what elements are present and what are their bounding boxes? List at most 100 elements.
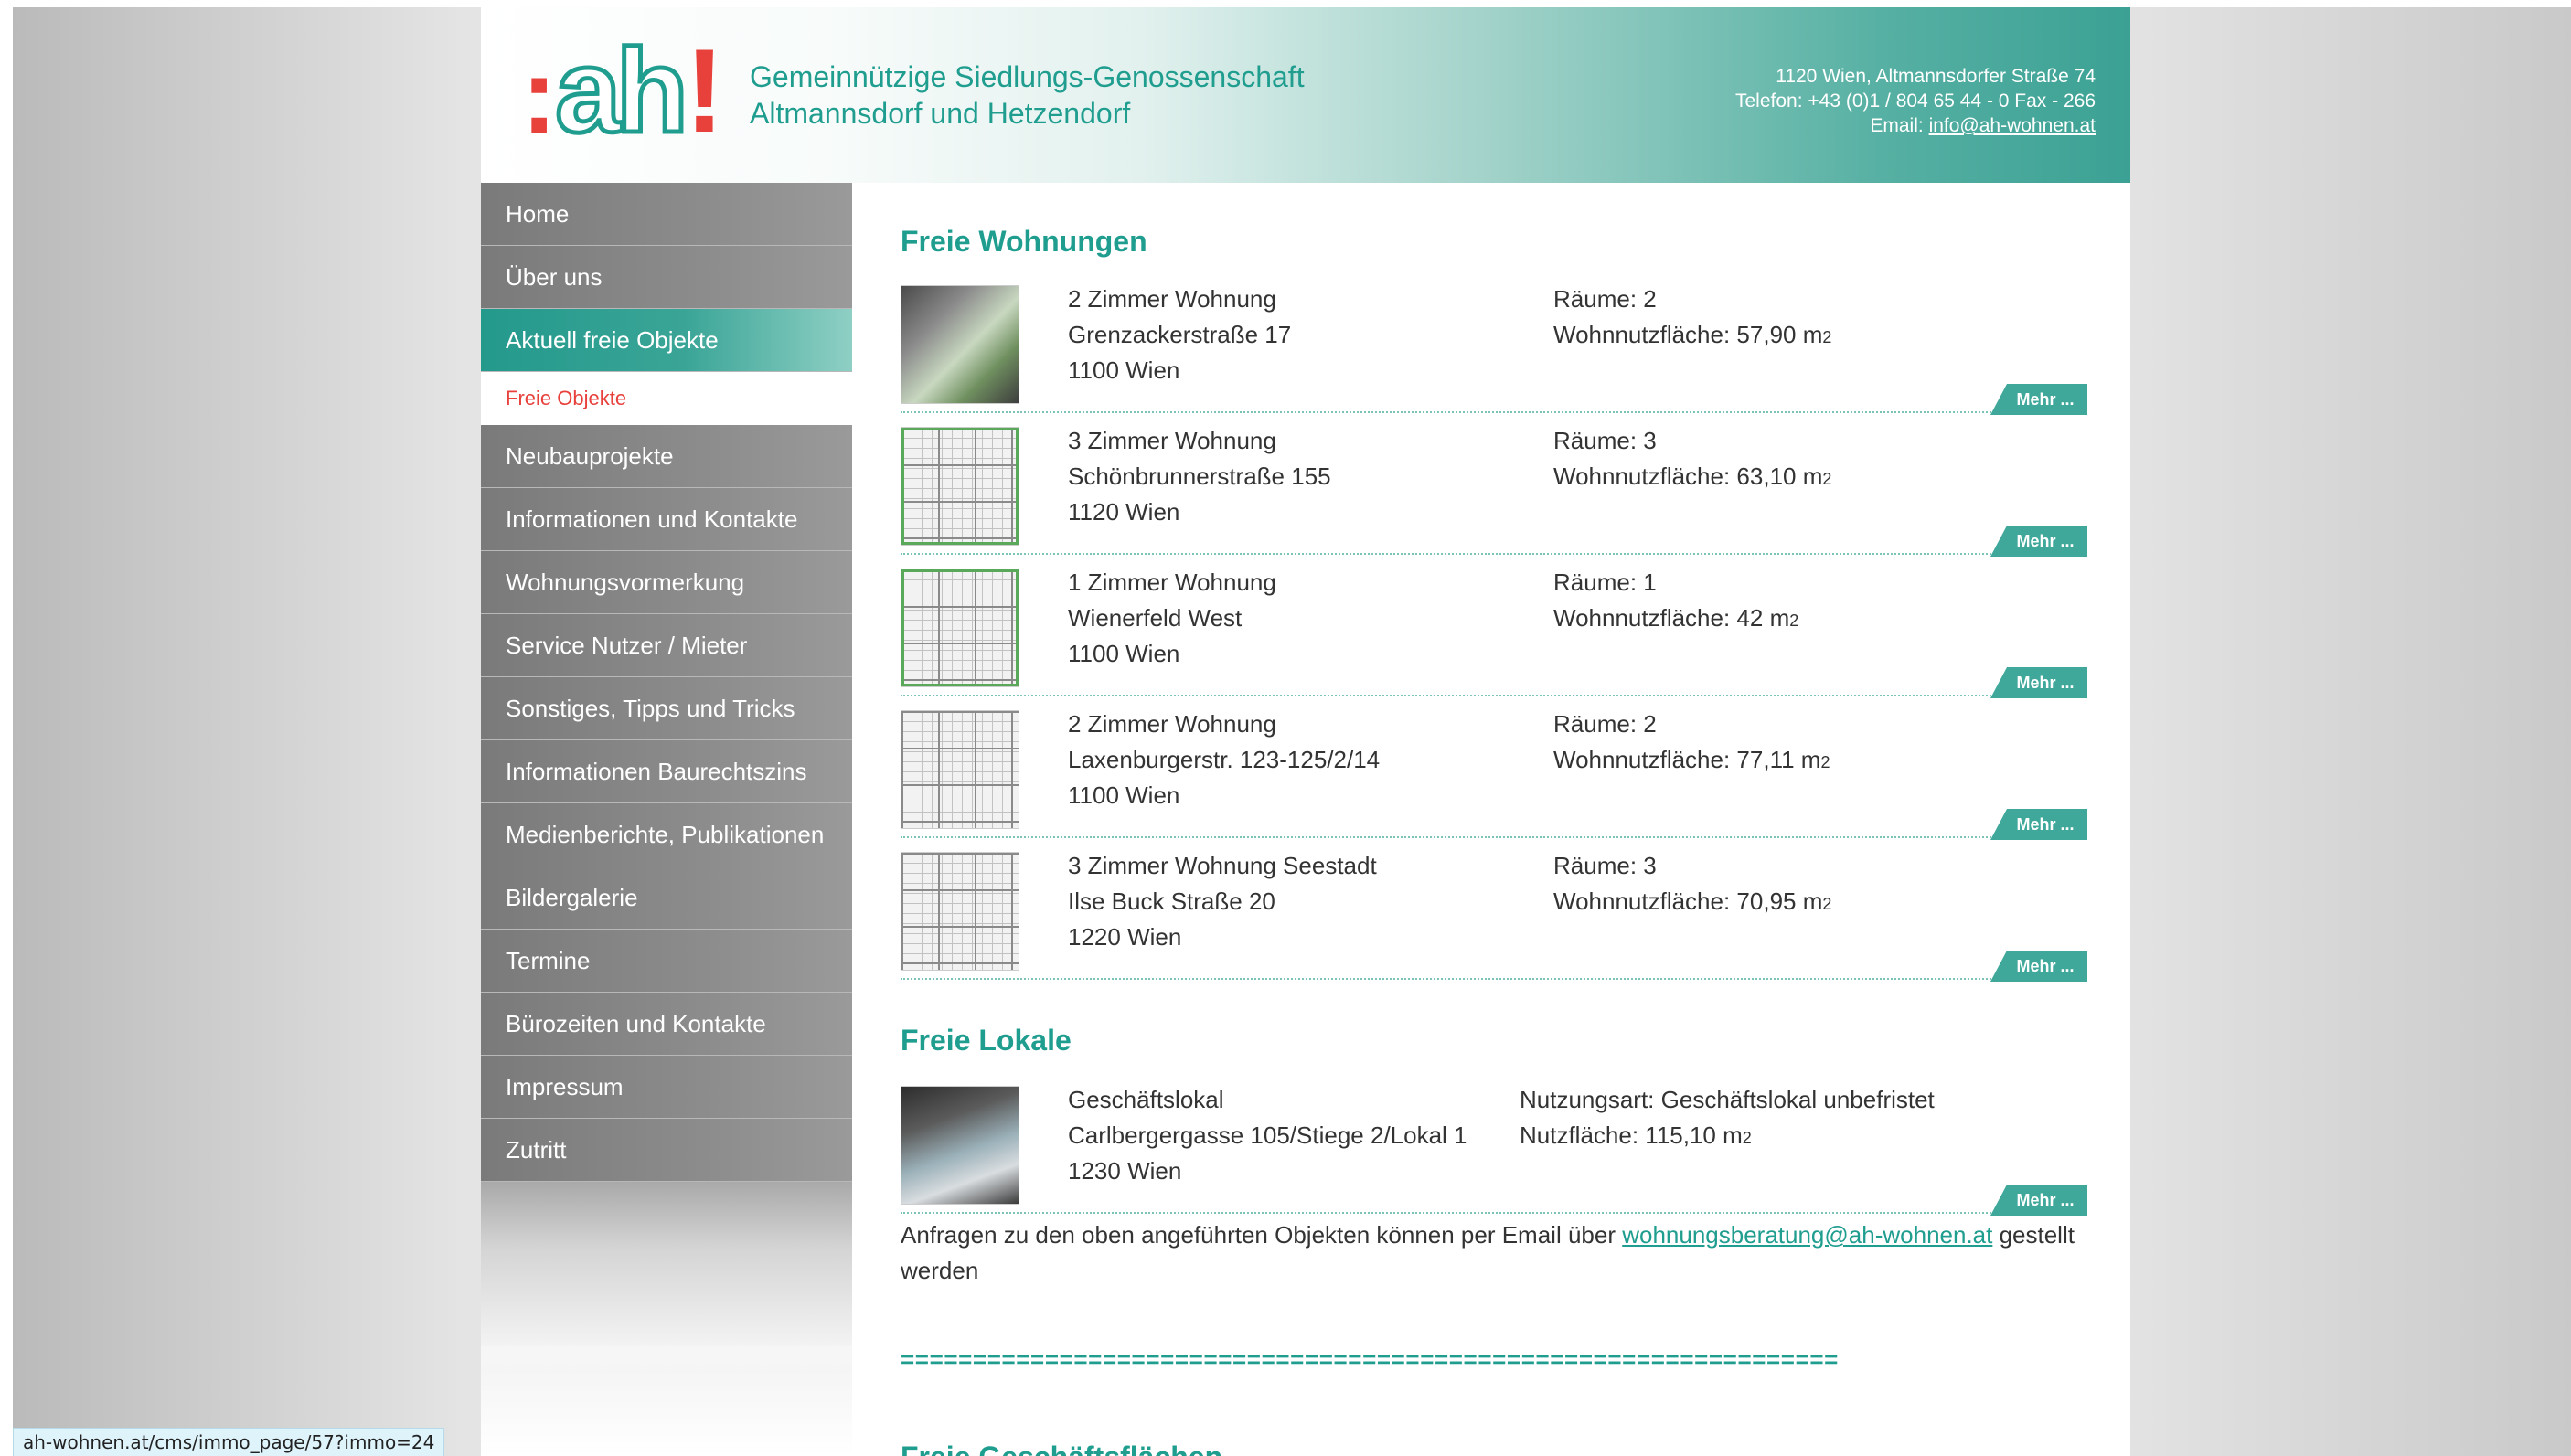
listing-item-shop: Geschäftslokal Carlbergergasse 105/Stieg… — [901, 1077, 2087, 1216]
logo-colon: : — [521, 36, 557, 156]
listing-area: Nutzfläche: 115,10 m2 — [1520, 1118, 1935, 1156]
inquiry-note-text: Anfragen zu den oben angeführten Objekte… — [901, 1221, 1623, 1249]
listing-area-unit: 2 — [1822, 470, 1832, 488]
contact-phone: Telefon: +43 (0)1 / 804 65 44 - 0 Fax - … — [1735, 90, 2096, 112]
page: : ah! Gemeinnützige Siedlungs-Genossensch… — [481, 7, 2130, 1456]
nav-item-home[interactable]: Home — [481, 183, 852, 246]
listing-city: 1120 Wien — [1068, 498, 1180, 526]
nav-item-neubauprojekte[interactable]: Neubauprojekte — [481, 425, 852, 488]
contact-email-line: Email: info@ah-wohnen.at — [1735, 113, 2096, 138]
listing-type: Geschäftslokal — [1068, 1086, 1224, 1113]
more-button[interactable]: Mehr ... — [1990, 809, 2087, 840]
listing-city: 1100 Wien — [1068, 356, 1180, 384]
inquiry-email-link[interactable]: wohnungsberatung@ah-wohnen.at — [1622, 1221, 1992, 1249]
more-button[interactable]: Mehr ... — [1990, 526, 2087, 557]
nav-item-buerozeiten[interactable]: Bürozeiten und Kontakte — [481, 993, 852, 1056]
nav-item-informationen-kontakte[interactable]: Informationen und Kontakte — [481, 488, 852, 551]
listing-info: 1 Zimmer Wohnung Wienerfeld West 1100 Wi… — [1068, 565, 1276, 672]
listing-item: 2 Zimmer Wohnung Grenzackerstraße 17 110… — [901, 276, 2087, 415]
listing-thumbnail[interactable] — [901, 569, 1019, 687]
listing-type: 2 Zimmer Wohnung — [1068, 285, 1276, 313]
nav-item-zutritt[interactable]: Zutritt — [481, 1119, 852, 1182]
listing-area-value: Wohnnutzfläche: 77,11 m — [1553, 746, 1821, 773]
listing-city: 1230 Wien — [1068, 1157, 1182, 1185]
window-top-edge — [0, 0, 2571, 7]
listing-area: Wohnnutzfläche: 42 m2 — [1553, 600, 1798, 639]
listing-city: 1100 Wien — [1068, 640, 1180, 667]
nav-item-termine[interactable]: Termine — [481, 930, 852, 993]
more-button[interactable]: Mehr ... — [1990, 667, 2087, 698]
listing-street: Laxenburgerstr. 123-125/2/14 — [1068, 746, 1381, 773]
browser-status-url: ah-wohnen.at/cms/immo_page/57?immo=24 — [13, 1428, 445, 1456]
listing-area-unit: 2 — [1789, 611, 1799, 630]
listing-usage: Nutzungsart: Geschäftslokal unbefristet — [1520, 1086, 1935, 1113]
listing-area-value: Wohnnutzfläche: 57,90 m — [1553, 321, 1823, 348]
org-name-line1: Gemeinnützige Siedlungs-Genossenschaft — [750, 60, 1305, 93]
nav-item-aktuell-freie-objekte[interactable]: Aktuell freie Objekte — [481, 309, 852, 372]
logo-exclamation: ! — [685, 24, 725, 157]
organization-name: Gemeinnützige Siedlungs-Genossenschaft A… — [750, 58, 1305, 132]
section-title-freie-wohnungen: Freie Wohnungen — [901, 225, 1147, 258]
listing-area: Wohnnutzfläche: 63,10 m2 — [1553, 459, 1831, 497]
listing-rooms: Räume: 2 — [1553, 285, 1657, 313]
listing-area-value: Wohnnutzfläche: 42 m — [1553, 604, 1790, 632]
listing-street: Carlbergergasse 105/Stiege 2/Lokal 1 — [1068, 1121, 1467, 1149]
listing-info: 2 Zimmer Wohnung Laxenburgerstr. 123-125… — [1068, 707, 1380, 813]
nav-item-sonstiges[interactable]: Sonstiges, Tipps und Tricks — [481, 677, 852, 740]
listing-area-value: Wohnnutzfläche: 70,95 m — [1553, 887, 1823, 915]
listing-area-unit: 2 — [1742, 1129, 1752, 1147]
listing-area: Wohnnutzfläche: 70,95 m2 — [1553, 884, 1831, 922]
listing-thumbnail[interactable] — [901, 710, 1019, 829]
nav-item-medienberichte[interactable]: Medienberichte, Publikationen — [481, 803, 852, 866]
separator-line: ========================================… — [901, 1345, 1839, 1373]
nav-item-service[interactable]: Service Nutzer / Mieter — [481, 614, 852, 677]
listing-specs: Räume: 1 Wohnnutzfläche: 42 m2 — [1553, 565, 1798, 639]
nav-item-impressum[interactable]: Impressum — [481, 1056, 852, 1119]
listing-rooms: Räume: 1 — [1553, 569, 1657, 596]
more-button[interactable]: Mehr ... — [1990, 384, 2087, 415]
listing-city: 1100 Wien — [1068, 781, 1180, 809]
listing-street: Schönbrunnerstraße 155 — [1068, 462, 1331, 490]
listing-rooms: Räume: 3 — [1553, 427, 1657, 454]
nav-subitem-freie-objekte[interactable]: Freie Objekte — [481, 372, 852, 425]
listing-info: Geschäftslokal Carlbergergasse 105/Stieg… — [1068, 1082, 1467, 1189]
listing-thumbnail[interactable] — [901, 285, 1019, 404]
listing-specs: Räume: 2 Wohnnutzfläche: 77,11 m2 — [1553, 707, 1830, 781]
listing-area-value: Nutzfläche: 115,10 m — [1520, 1121, 1743, 1149]
listing-thumbnail[interactable] — [901, 1086, 1019, 1205]
listing-street: Ilse Buck Straße 20 — [1068, 887, 1275, 915]
more-button[interactable]: Mehr ... — [1990, 951, 2087, 982]
listing-area: Wohnnutzfläche: 77,11 m2 — [1553, 742, 1830, 781]
window-left-edge — [0, 0, 13, 1456]
nav-item-ueber-uns[interactable]: Über uns — [481, 246, 852, 309]
contact-info: 1120 Wien, Altmannsdorfer Straße 74 Tele… — [1735, 64, 2096, 138]
listing-item: 1 Zimmer Wohnung Wienerfeld West 1100 Wi… — [901, 559, 2087, 698]
listing-area-unit: 2 — [1822, 328, 1832, 346]
contact-email-link[interactable]: info@ah-wohnen.at — [1929, 115, 2096, 136]
listing-specs: Nutzungsart: Geschäftslokal unbefristet … — [1520, 1082, 1935, 1156]
listing-city: 1220 Wien — [1068, 923, 1182, 951]
listing-thumbnail[interactable] — [901, 852, 1019, 971]
section-title-freie-geschaeftsflaechen: Freie Geschäftsflächen — [901, 1440, 1222, 1456]
listing-item: 3 Zimmer Wohnung Seestadt Ilse Buck Stra… — [901, 843, 2087, 982]
site-logo[interactable]: : ah! — [521, 29, 731, 156]
nav-item-baurechtszins[interactable]: Informationen Baurechtszins — [481, 740, 852, 803]
listing-item: 3 Zimmer Wohnung Schönbrunnerstraße 155 … — [901, 418, 2087, 557]
more-button[interactable]: Mehr ... — [1990, 1185, 2087, 1216]
logo-ah: ah — [553, 24, 691, 157]
listing-area-unit: 2 — [1820, 753, 1830, 771]
sidebar-nav: Home Über uns Aktuell freie Objekte Frei… — [481, 183, 852, 1456]
listing-specs: Räume: 2 Wohnnutzfläche: 57,90 m2 — [1553, 282, 1831, 356]
nav-item-wohnungsvormerkung[interactable]: Wohnungsvormerkung — [481, 551, 852, 614]
listing-item: 2 Zimmer Wohnung Laxenburgerstr. 123-125… — [901, 701, 2087, 840]
listing-thumbnail[interactable] — [901, 427, 1019, 546]
listing-info: 2 Zimmer Wohnung Grenzackerstraße 17 110… — [1068, 282, 1291, 388]
listing-info: 3 Zimmer Wohnung Seestadt Ilse Buck Stra… — [1068, 848, 1377, 955]
listing-type: 3 Zimmer Wohnung — [1068, 427, 1276, 454]
listing-type: 1 Zimmer Wohnung — [1068, 569, 1276, 596]
contact-address: 1120 Wien, Altmannsdorfer Straße 74 — [1776, 66, 2096, 87]
listing-rooms: Räume: 3 — [1553, 852, 1657, 879]
listing-specs: Räume: 3 Wohnnutzfläche: 63,10 m2 — [1553, 423, 1831, 497]
nav-item-bildergalerie[interactable]: Bildergalerie — [481, 866, 852, 930]
listing-street: Wienerfeld West — [1068, 604, 1243, 632]
